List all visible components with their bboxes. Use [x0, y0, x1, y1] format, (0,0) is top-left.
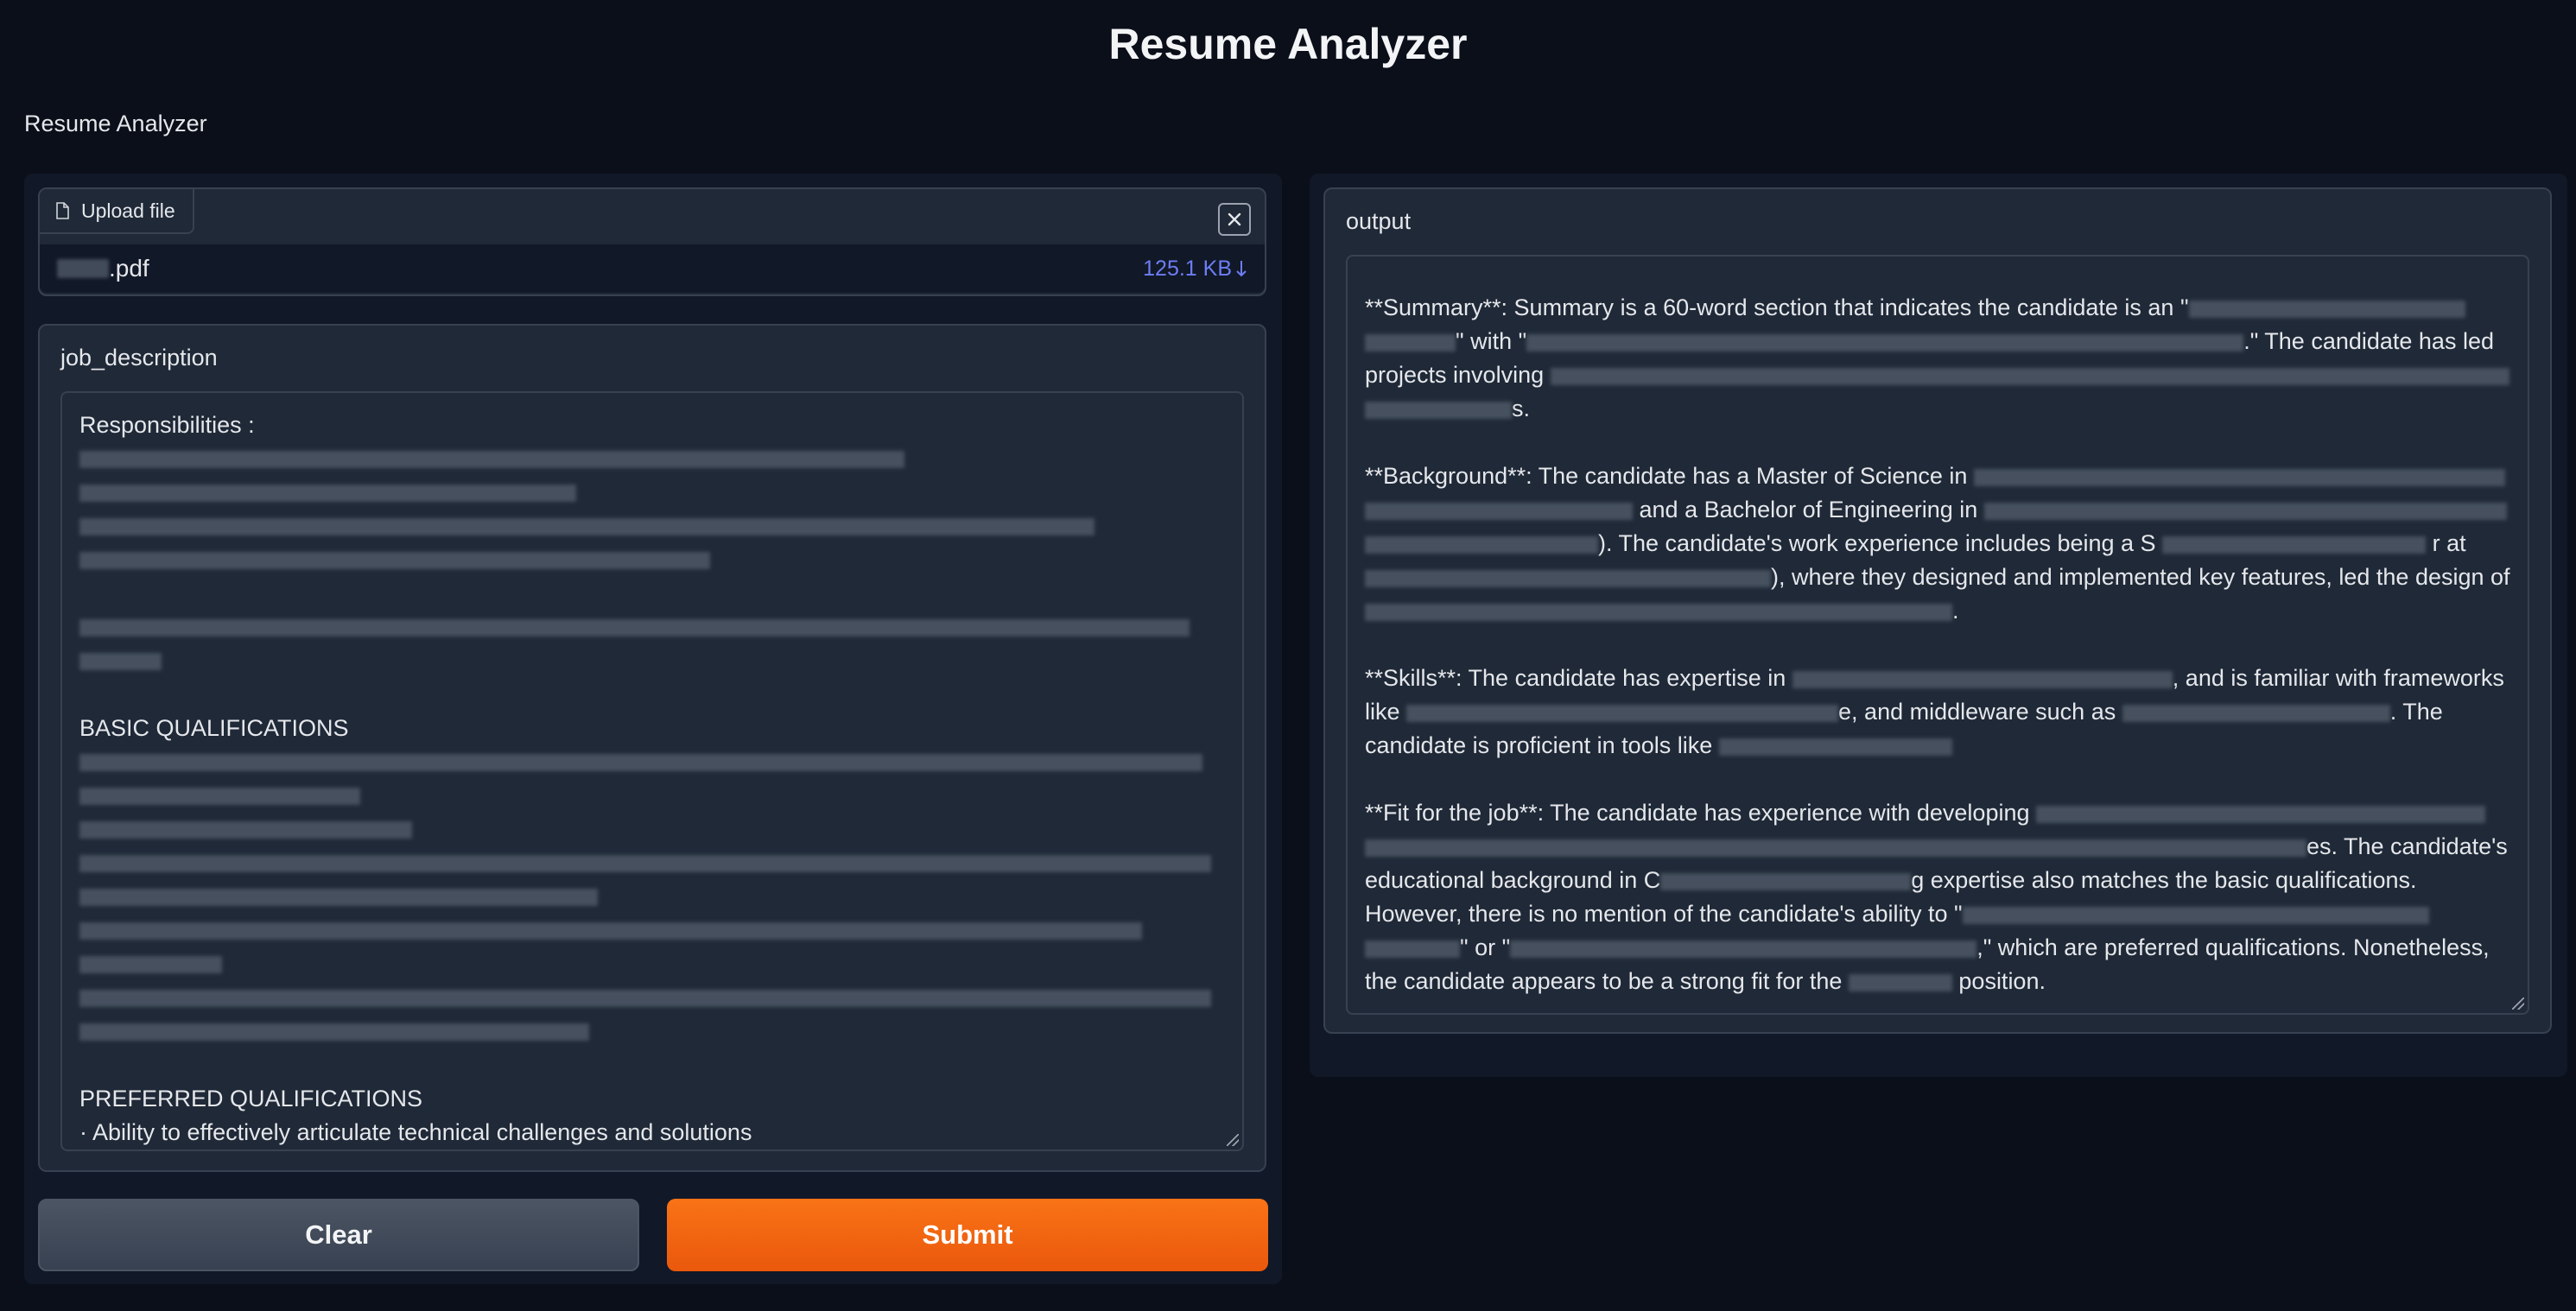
fit-text: g expertise also matches the basic quali… — [1911, 867, 2417, 893]
redacted-line — [79, 745, 1225, 779]
fit-text: However, there is no mention of the cand… — [1365, 901, 1963, 927]
redacted-line — [79, 1015, 1225, 1048]
redacted-line — [79, 644, 1225, 678]
skills-paragraph: **Skills**: The candidate has expertise … — [1365, 662, 2510, 763]
redacted-line — [79, 880, 1225, 914]
skills-text: e, and middleware such as — [1838, 699, 2116, 725]
page-title: Resume Analyzer — [1108, 20, 1468, 68]
background-text: **Background**: The candidate has a Mast… — [1365, 463, 1968, 489]
redacted-line — [79, 476, 1225, 510]
redacted-text — [1406, 704, 1839, 722]
background-text: ). The candidate's work experience inclu… — [1598, 530, 2156, 556]
redacted-text — [2162, 535, 2427, 554]
upload-file-label: Upload file — [81, 199, 175, 222]
summary-text: " with " — [1456, 328, 1527, 354]
summary-paragraph: **Summary**: Summary is a 60-word sectio… — [1365, 291, 2510, 426]
upload-file-tab[interactable]: Upload file — [40, 189, 194, 234]
redacted-line — [79, 611, 1225, 644]
summary-text: **Summary**: Summary is a 60-word sectio… — [1365, 294, 2189, 320]
redacted-line — [79, 543, 1225, 577]
fit-text: es. The candidate's — [2306, 833, 2508, 859]
job-description-field: job_description Responsibilities : BASIC… — [38, 324, 1266, 1172]
skills-text: , and is familiar with frameworks — [2172, 665, 2504, 691]
file-extension: .pdf — [109, 255, 149, 282]
file-size: 125.1 KB — [1143, 256, 1232, 281]
background-paragraph: **Background**: The candidate has a Mast… — [1365, 463, 2510, 624]
redacted-text — [1365, 333, 1456, 352]
redacted-text — [1973, 468, 2505, 486]
redacted-line — [79, 981, 1225, 1015]
redacted-line — [79, 947, 1225, 981]
redacted-text — [1365, 839, 2306, 857]
redacted-text — [1526, 333, 2244, 352]
output-textarea[interactable]: **Summary**: Summary is a 60-word sectio… — [1346, 255, 2529, 1015]
file-name: .pdf — [57, 255, 149, 282]
redacted-text — [1962, 906, 2429, 924]
job-description-textarea[interactable]: Responsibilities : BASIC QUALIFICATIONS — [60, 391, 1244, 1151]
input-panel: Upload file .pdf 125.1 KB job_descriptio… — [24, 174, 1282, 1284]
output-field: output **Summary**: Summary is a 60-word… — [1323, 187, 2552, 1034]
redacted-text — [1792, 670, 2173, 688]
redacted-text — [1365, 940, 1460, 958]
file-upload[interactable]: Upload file .pdf 125.1 KB — [38, 187, 1266, 296]
basic-qualifications-heading: BASIC QUALIFICATIONS — [79, 715, 349, 741]
redacted-text — [1365, 535, 1598, 554]
fit-text: **Fit for the job**: The candidate has e… — [1365, 800, 2030, 826]
summary-text: projects involving — [1365, 362, 1545, 388]
fit-text: " or " — [1460, 934, 1511, 960]
redacted-text — [1848, 973, 1952, 991]
fit-text: educational background in C — [1365, 867, 1661, 893]
summary-text: s. — [1512, 396, 1531, 421]
redacted-text — [1983, 502, 2507, 520]
fit-text: the candidate appears to be a strong fit… — [1365, 968, 1843, 994]
redacted-line — [79, 779, 1225, 813]
redacted-line — [79, 914, 1225, 947]
uploaded-file-row: .pdf 125.1 KB — [40, 244, 1265, 293]
skills-text: like — [1365, 699, 1400, 725]
resize-handle[interactable] — [2512, 998, 2524, 1010]
redacted-text — [2188, 300, 2465, 318]
fit-paragraph: **Fit for the job**: The candidate has e… — [1365, 796, 2510, 998]
background-text: ), where they designed and implemented k… — [1771, 564, 2510, 590]
redacted-text — [1718, 738, 1952, 756]
file-icon — [55, 202, 69, 219]
skills-text: candidate is proficient in tools like — [1365, 732, 1713, 758]
fit-text: position. — [1958, 968, 2046, 994]
redacted-line — [79, 846, 1225, 880]
app-root: Resume Analyzer Resume Analyzer Upload f… — [0, 0, 2576, 1311]
summary-text: ." The candidate has led — [2243, 328, 2494, 354]
preferred-qualifications-heading: PREFERRED QUALIFICATIONS — [79, 1086, 423, 1112]
redacted-line — [79, 813, 1225, 846]
skills-text: . The — [2389, 699, 2443, 725]
submit-button[interactable]: Submit — [667, 1199, 1268, 1271]
skills-text: **Skills**: The candidate has expertise … — [1365, 665, 1786, 691]
redacted-text — [1365, 569, 1771, 587]
download-arrow-icon — [1236, 261, 1247, 277]
redacted-line — [79, 510, 1225, 543]
remove-file-button[interactable] — [1218, 203, 1251, 236]
output-panel: output **Summary**: Summary is a 60-word… — [1310, 174, 2567, 1077]
app-description: Resume Analyzer — [24, 111, 207, 136]
redacted-text — [2036, 805, 2486, 823]
background-text: and a Bachelor of Engineering in — [1639, 497, 1978, 522]
redacted-line — [79, 442, 1225, 476]
redacted-text — [2122, 704, 2390, 722]
file-download-link[interactable]: 125.1 KB — [1143, 256, 1247, 282]
redacted-text — [1365, 603, 1952, 621]
fit-text: ," which are preferred qualifications. N… — [1976, 934, 2490, 960]
clear-button[interactable]: Clear — [38, 1199, 639, 1271]
close-icon — [1228, 212, 1241, 226]
redacted-text — [57, 259, 109, 278]
resize-handle[interactable] — [1227, 1134, 1239, 1146]
redacted-text — [1660, 872, 1912, 890]
redacted-text — [1365, 502, 1633, 520]
output-label: output — [1346, 208, 1412, 234]
redacted-text — [1365, 401, 1512, 419]
redacted-text — [1550, 367, 2509, 385]
responsibilities-heading: Responsibilities : — [79, 412, 255, 438]
job-description-label: job_description — [60, 345, 218, 370]
preferred-qualification-item: · Ability to effectively articulate tech… — [79, 1119, 752, 1145]
background-text: r at — [2432, 530, 2466, 556]
redacted-text — [1510, 940, 1977, 958]
